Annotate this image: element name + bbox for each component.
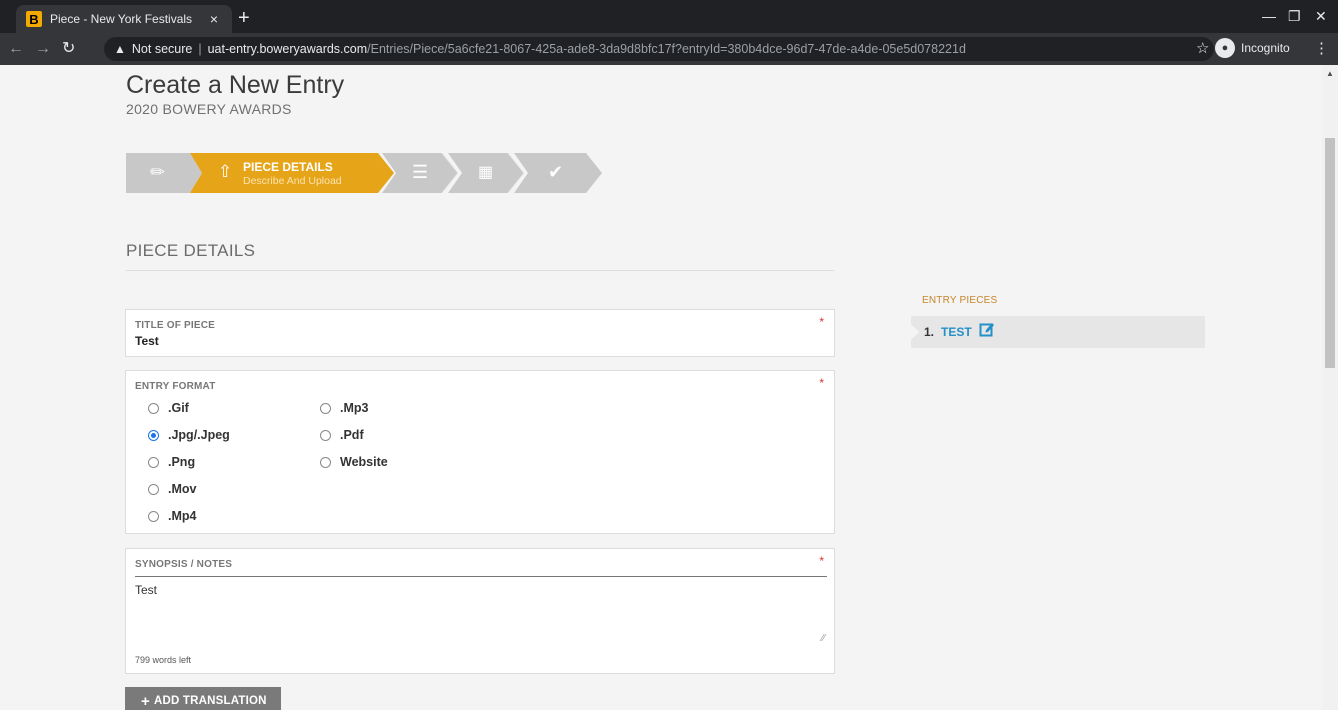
entry-piece-item[interactable]: 1. TEST [911, 316, 1205, 348]
forward-arrow-icon[interactable]: → [35, 40, 51, 58]
required-mark: * [819, 554, 824, 568]
pencil-icon: ✏ [150, 162, 166, 182]
required-mark: * [819, 376, 824, 390]
scrollbar-thumb[interactable] [1325, 138, 1335, 368]
entry-format-label: ENTRY FORMAT [135, 381, 216, 392]
entry-pieces-heading: ENTRY PIECES [922, 295, 998, 306]
incognito-icon: ● [1215, 38, 1235, 58]
scroll-up-arrow-icon[interactable]: ▲ [1326, 69, 1334, 78]
section-divider [126, 270, 834, 271]
security-label[interactable]: Not secure [132, 42, 192, 56]
format-option-label: Website [340, 455, 388, 469]
page-subtitle: 2020 BOWERY AWARDS [126, 101, 292, 117]
synopsis-underline [135, 576, 827, 577]
page-title: Create a New Entry [126, 71, 345, 99]
wizard-step-confirm[interactable]: ✔ [514, 153, 602, 193]
url-path: /Entries/Piece/5a6cfe21-8067-425a-ade8-3… [367, 42, 966, 56]
minimize-icon[interactable]: — [1262, 8, 1276, 24]
radio-button[interactable] [148, 483, 159, 495]
title-field-input[interactable]: Test [135, 334, 159, 348]
browser-titlebar: B Piece - New York Festivals × + — ❐ ✕ [0, 0, 1338, 33]
incognito-indicator[interactable]: ● Incognito [1215, 38, 1290, 58]
plus-icon: + [141, 692, 150, 710]
url-host: uat-entry.boweryawards.com [207, 42, 368, 56]
window-close-icon[interactable]: ✕ [1315, 8, 1327, 25]
tab-title: Piece - New York Festivals [50, 12, 193, 26]
checkmark-icon: ✔ [548, 162, 564, 182]
url-separator: | [198, 42, 202, 56]
format-option-jpg[interactable]: .Jpg/.Jpeg [148, 428, 230, 442]
incognito-label: Incognito [1241, 41, 1290, 55]
address-bar[interactable]: ▲ Not secure | uat-entry.boweryawards.co… [104, 37, 1214, 61]
radio-button[interactable] [148, 456, 159, 468]
bookmark-star-icon[interactable]: ☆ [1196, 39, 1209, 57]
site-favicon-icon: B [26, 11, 42, 27]
format-option-mp3[interactable]: .Mp3 [320, 401, 368, 415]
new-tab-button[interactable]: + [238, 8, 250, 28]
synopsis-field-card: SYNOPSIS / NOTES * Test ∕∕ 799 words lef… [125, 548, 835, 674]
format-option-label: .Pdf [340, 428, 364, 442]
format-option-label: .Mp4 [168, 509, 197, 523]
format-option-pdf[interactable]: .Pdf [320, 428, 364, 442]
edit-icon[interactable] [979, 321, 995, 337]
wizard-active-text: PIECE DETAILS Describe And Upload [243, 160, 342, 187]
title-field-card[interactable]: TITLE OF PIECE * Test [125, 309, 835, 357]
page-scrollbar[interactable]: ▲ [1322, 65, 1338, 710]
required-mark: * [819, 315, 824, 329]
entry-format-card: ENTRY FORMAT * .Gif .Jpg/.Jpeg .Png .Mov… [125, 370, 835, 534]
wizard-active-title: PIECE DETAILS [243, 160, 333, 174]
grid-icon: ▦ [478, 164, 494, 181]
entry-piece-link[interactable]: TEST [941, 325, 972, 339]
format-option-label: .Jpg/.Jpeg [168, 428, 230, 442]
entry-piece-number: 1. [924, 325, 935, 339]
synopsis-field-label: SYNOPSIS / NOTES [135, 559, 233, 570]
upload-circle-icon: ⇧ [218, 162, 233, 181]
section-heading: PIECE DETAILS [126, 241, 256, 260]
radio-button[interactable] [320, 429, 331, 441]
reload-icon[interactable]: ↻ [62, 40, 75, 58]
radio-button[interactable] [148, 402, 159, 414]
radio-button[interactable] [148, 510, 159, 522]
restore-icon[interactable]: ❐ [1288, 8, 1301, 25]
format-option-label: .Png [168, 455, 196, 469]
format-option-label: .Gif [168, 401, 189, 415]
format-option-label: .Mp3 [340, 401, 369, 415]
word-count: 799 words left [135, 655, 192, 665]
wizard-active-desc: Describe And Upload [243, 175, 342, 187]
warning-icon[interactable]: ▲ [114, 42, 126, 56]
tab-close-icon[interactable]: × [206, 11, 222, 27]
radio-button[interactable] [320, 402, 331, 414]
browser-menu-icon[interactable]: ⋮ [1314, 39, 1329, 57]
page-content: Create a New Entry 2020 BOWERY AWARDS ✏ … [0, 65, 1322, 710]
format-option-label: .Mov [168, 482, 197, 496]
list-icon: ☰ [412, 162, 429, 182]
browser-tab[interactable]: B Piece - New York Festivals × [16, 5, 232, 33]
radio-button[interactable] [320, 456, 331, 468]
format-option-mov[interactable]: .Mov [148, 482, 196, 496]
format-option-gif[interactable]: .Gif [148, 401, 189, 415]
format-option-png[interactable]: .Png [148, 455, 195, 469]
radio-button-selected[interactable] [148, 429, 159, 441]
format-option-mp4[interactable]: .Mp4 [148, 509, 196, 523]
entry-piece-notch [911, 324, 919, 340]
wizard-step-piece-details[interactable]: ⇧ PIECE DETAILS Describe And Upload [186, 153, 394, 193]
back-arrow-icon[interactable]: ← [8, 40, 24, 58]
resize-handle-icon[interactable]: ∕∕ [822, 633, 825, 644]
title-field-label: TITLE OF PIECE [135, 320, 216, 331]
format-option-website[interactable]: Website [320, 455, 388, 469]
wizard-step-grid[interactable]: ▦ [448, 153, 524, 193]
entry-wizard: ✏ ⇧ PIECE DETAILS Describe And Upload ☰ … [126, 153, 606, 193]
add-translation-button[interactable]: + ADD TRANSLATION [125, 687, 281, 710]
wizard-step-list[interactable]: ☰ [382, 153, 458, 193]
synopsis-textarea[interactable]: Test [135, 583, 157, 597]
add-translation-label: ADD TRANSLATION [153, 695, 267, 707]
browser-toolbar: ← → ↻ ▲ Not secure | uat-entry.boweryawa… [0, 33, 1338, 65]
